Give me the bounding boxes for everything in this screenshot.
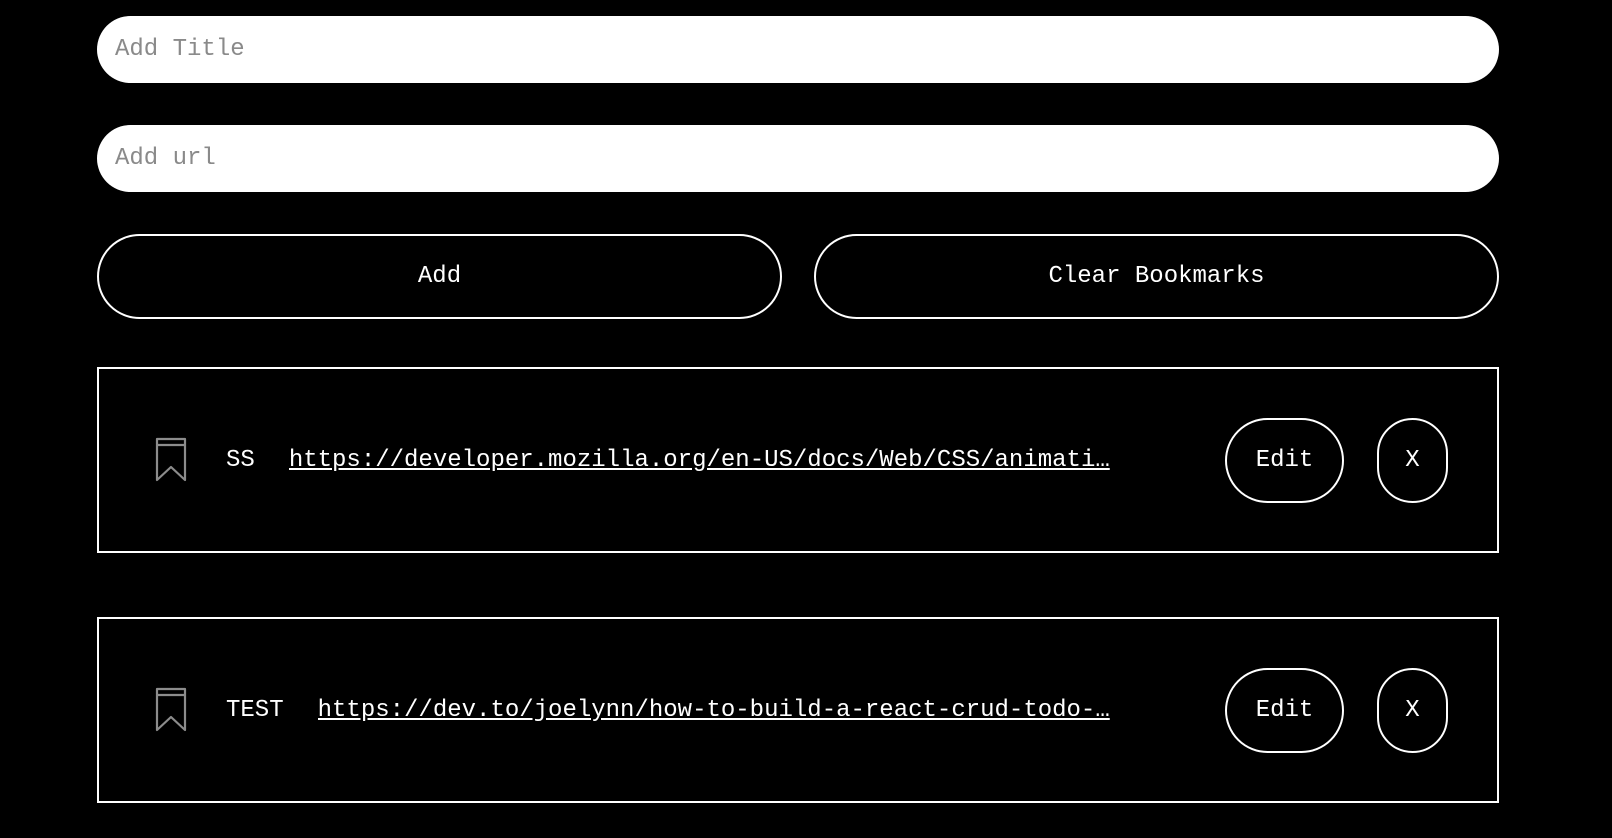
clear-bookmarks-button[interactable]: Clear Bookmarks	[814, 234, 1499, 319]
delete-button[interactable]: X	[1377, 417, 1448, 503]
delete-button[interactable]: X	[1377, 667, 1448, 753]
bookmark-icon	[155, 437, 187, 483]
bookmark-card: TEST https://dev.to/joelynn/how-to-build…	[97, 617, 1499, 803]
title-input[interactable]	[97, 16, 1499, 83]
edit-button[interactable]: Edit	[1225, 417, 1344, 503]
bookmark-url-link[interactable]: https://dev.to/joelynn/how-to-build-a-re…	[318, 697, 1177, 724]
url-input[interactable]	[97, 125, 1499, 192]
form-actions: Add Clear Bookmarks	[97, 234, 1499, 319]
bookmark-title: TEST	[226, 696, 284, 724]
add-button[interactable]: Add	[97, 234, 782, 319]
bookmark-list: SS https://developer.mozilla.org/en-US/d…	[97, 367, 1499, 803]
bookmark-card: SS https://developer.mozilla.org/en-US/d…	[97, 367, 1499, 553]
edit-button[interactable]: Edit	[1225, 667, 1344, 753]
bookmark-icon	[155, 687, 187, 733]
bookmark-app: Add Clear Bookmarks SS https://developer…	[97, 16, 1499, 803]
bookmark-title: SS	[226, 446, 255, 474]
bookmark-url-link[interactable]: https://developer.mozilla.org/en-US/docs…	[289, 447, 1177, 474]
